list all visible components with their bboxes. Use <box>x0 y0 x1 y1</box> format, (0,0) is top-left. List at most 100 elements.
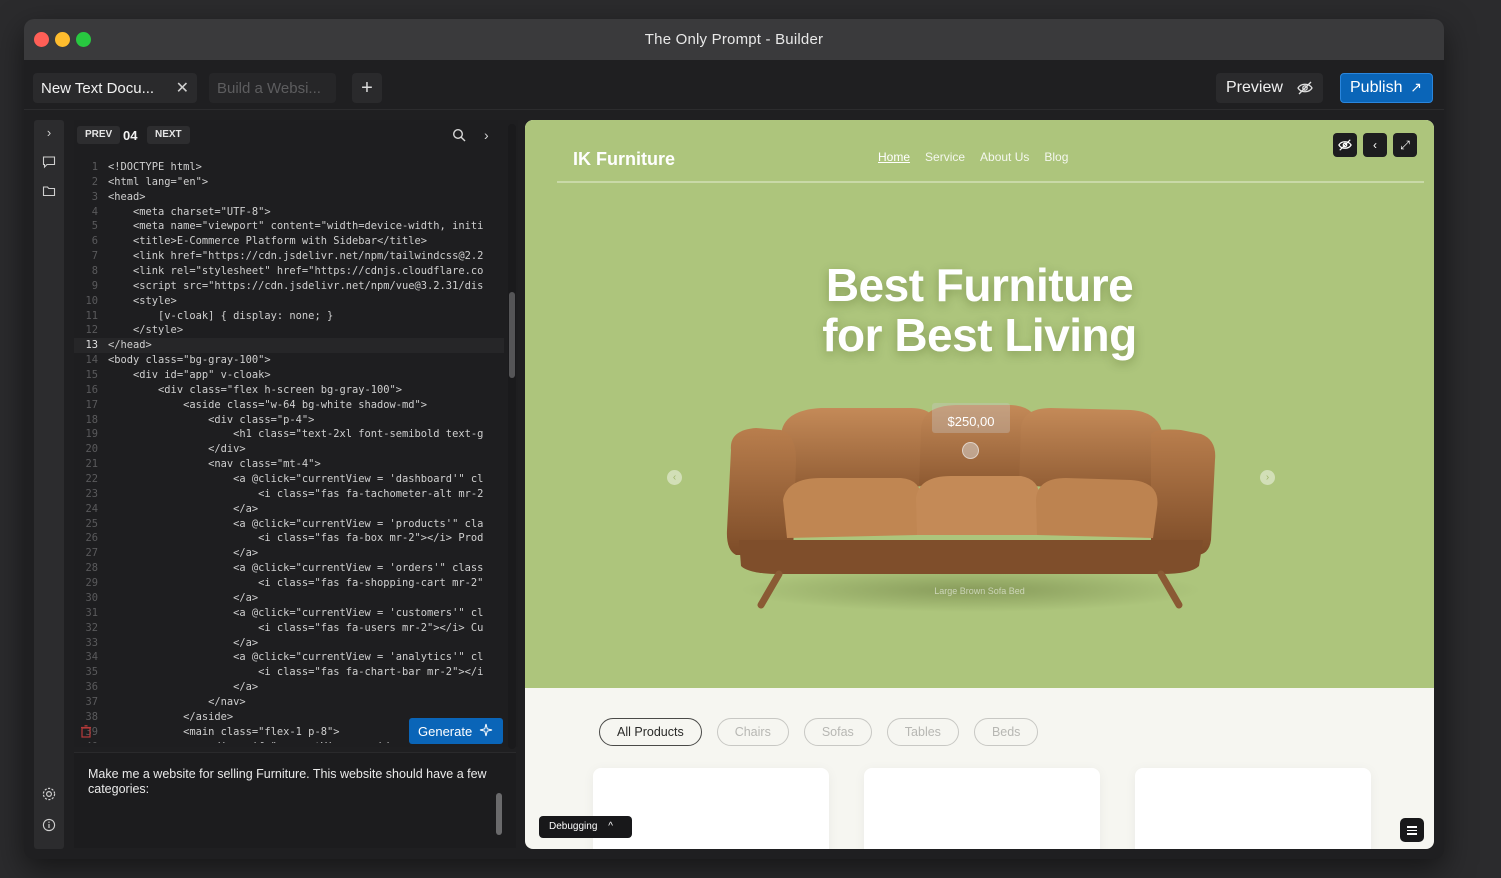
line-number: 23 <box>85 487 98 500</box>
publish-button[interactable]: Publish ↗ <box>1340 73 1433 103</box>
menu-icon[interactable] <box>1400 818 1424 842</box>
code-text: </div> <box>108 443 246 456</box>
editor-scrollbar[interactable] <box>509 292 515 378</box>
code-line[interactable]: 32 <i class="fas fa-users mr-2"></i> Cu <box>74 621 504 636</box>
code-line[interactable]: 19 <h1 class="text-2xl font-semibold tex… <box>74 427 504 442</box>
prev-button[interactable]: PREV <box>77 126 121 144</box>
code-line[interactable]: 24 </a> <box>74 502 504 517</box>
settings-gear-icon[interactable] <box>41 786 57 802</box>
code-line[interactable]: 31 <a @click="currentView = 'customers'"… <box>74 606 504 621</box>
site-nav: Home Service About Us Blog <box>878 150 1068 164</box>
filter-sofas[interactable]: Sofas <box>803 718 872 746</box>
close-icon[interactable]: ✕ <box>176 78 189 98</box>
code-line[interactable]: 30 </a> <box>74 591 504 606</box>
code-line[interactable]: 26 <i class="fas fa-box mr-2"></i> Prod <box>74 531 504 546</box>
back-chevron-icon[interactable]: ‹ <box>1363 133 1387 157</box>
folder-icon[interactable] <box>41 184 57 200</box>
code-line[interactable]: 14 <body class="bg-gray-100"> <box>74 353 504 368</box>
code-line[interactable]: 10 <style> <box>74 294 504 309</box>
code-line[interactable]: 20 </div> <box>74 442 504 457</box>
filter-beds[interactable]: Beds <box>973 718 1039 746</box>
line-number: 11 <box>85 309 98 322</box>
chevron-right-icon[interactable]: › <box>484 127 489 143</box>
code-line[interactable]: 1 <!DOCTYPE html> <box>74 160 504 175</box>
nav-service[interactable]: Service <box>925 150 965 164</box>
new-tab-button[interactable]: + <box>352 73 382 103</box>
line-number: 40 <box>74 740 98 743</box>
product-card[interactable] <box>864 768 1100 849</box>
code-line[interactable]: 2 <html lang="en"> <box>74 175 504 190</box>
code-line[interactable]: 11 [v-cloak] { display: none; } <box>74 309 504 324</box>
carousel-next-icon[interactable]: › <box>1260 470 1275 485</box>
preview-button[interactable]: Preview <box>1216 73 1323 103</box>
code-line[interactable]: 25 <a @click="currentView = 'products'" … <box>74 517 504 532</box>
code-text: <link rel="stylesheet" href="https://cdn… <box>108 265 484 278</box>
code-line[interactable]: 36 </a> <box>74 680 504 695</box>
code-line[interactable]: 8 <link rel="stylesheet" href="https://c… <box>74 264 504 279</box>
nav-home[interactable]: Home <box>878 150 910 164</box>
code-line[interactable]: 12 </style> <box>74 323 504 338</box>
code-line[interactable]: 3 <head> <box>74 190 504 205</box>
code-line[interactable]: 13 </head> <box>74 338 504 354</box>
tab-build-website[interactable]: Build a Websi... <box>209 73 336 103</box>
next-button[interactable]: NEXT <box>147 126 190 144</box>
code-line[interactable]: 23 <i class="fas fa-tachometer-alt mr-2 <box>74 487 504 502</box>
nav-about-us[interactable]: About Us <box>980 150 1029 164</box>
code-line[interactable]: 7 <link href="https://cdn.jsdelivr.net/n… <box>74 249 504 264</box>
prompt-scrollbar[interactable] <box>496 793 502 835</box>
tab-new-text-document[interactable]: New Text Docu... ✕ <box>33 73 197 103</box>
code-line[interactable]: 17 <aside class="w-64 bg-white shadow-md… <box>74 398 504 413</box>
prompt-input[interactable]: Make me a website for selling Furniture.… <box>74 752 516 848</box>
title-bar: The Only Prompt - Builder <box>24 19 1444 60</box>
sparkle-icon <box>479 723 493 737</box>
code-line[interactable]: 37 </nav> <box>74 695 504 710</box>
debugging-label: Debugging <box>549 821 598 832</box>
code-line[interactable]: 15 <div id="app" v-cloak> <box>74 368 504 383</box>
line-number: 9 <box>91 279 98 292</box>
filter-tables[interactable]: Tables <box>886 718 959 746</box>
code-text: <div id="app" v-cloak> <box>108 369 271 382</box>
expand-icon[interactable]: ⤢ <box>1393 133 1417 157</box>
filter-all-products[interactable]: All Products <box>599 718 702 746</box>
code-line[interactable]: 27 </a> <box>74 546 504 561</box>
line-number: 38 <box>85 710 98 723</box>
code-line[interactable]: 29 <i class="fas fa-shopping-cart mr-2" <box>74 576 504 591</box>
code-line[interactable]: 21 <nav class="mt-4"> <box>74 457 504 472</box>
code-line[interactable]: 6 <title>E-Commerce Platform with Sideba… <box>74 234 504 249</box>
code-line[interactable]: 18 <div class="p-4"> <box>74 413 504 428</box>
code-line[interactable]: 22 <a @click="currentView = 'dashboard'"… <box>74 472 504 487</box>
code-line[interactable]: 35 <i class="fas fa-chart-bar mr-2"></i <box>74 665 504 680</box>
code-line[interactable]: 9 <script src="https://cdn.jsdelivr.net/… <box>74 279 504 294</box>
debugging-toggle[interactable]: Debugging ^ <box>539 816 632 838</box>
code-text: <script src="https://cdn.jsdelivr.net/np… <box>108 279 484 292</box>
search-icon[interactable] <box>452 128 466 142</box>
prompt-text[interactable]: Make me a website for selling Furniture.… <box>88 767 488 797</box>
code-line[interactable]: 5 <meta name="viewport" content="width=d… <box>74 219 504 234</box>
info-icon[interactable] <box>41 818 57 834</box>
code-text: </nav> <box>108 695 246 708</box>
code-text: <nav class="mt-4"> <box>108 458 321 471</box>
generate-button[interactable]: Generate <box>409 718 503 744</box>
code-line[interactable]: 34 <a @click="currentView = 'analytics'"… <box>74 650 504 665</box>
code-area[interactable]: 1 <!DOCTYPE html> 2 <html lang="en"> 3 <head>… <box>74 160 504 743</box>
code-text: <meta charset="UTF-8"> <box>108 205 271 218</box>
price-hotspot[interactable] <box>962 442 979 459</box>
nav-blog[interactable]: Blog <box>1044 150 1068 164</box>
code-line[interactable]: 4 <meta charset="UTF-8"> <box>74 205 504 220</box>
filter-chairs[interactable]: Chairs <box>716 718 789 746</box>
product-card[interactable] <box>1135 768 1371 849</box>
expand-chevron-icon[interactable]: › <box>41 125 57 141</box>
headline-line-1: Best Furniture <box>825 259 1134 311</box>
tab-bar: New Text Docu... ✕ Build a Websi... + Pr… <box>24 60 1444 110</box>
code-line[interactable]: 33 </a> <box>74 636 504 651</box>
code-text: <aside class="w-64 bg-white shadow-md"> <box>108 398 428 411</box>
line-number: 28 <box>85 562 98 575</box>
carousel-prev-icon[interactable]: ‹ <box>667 470 682 485</box>
chat-icon[interactable] <box>41 155 57 171</box>
trash-icon[interactable] <box>80 725 92 738</box>
code-line[interactable]: 16 <div class="flex h-screen bg-gray-100… <box>74 383 504 398</box>
code-line[interactable]: 28 <a @click="currentView = 'orders'" cl… <box>74 561 504 576</box>
preview-label: Preview <box>1226 79 1283 96</box>
hide-preview-icon[interactable] <box>1333 133 1357 157</box>
site-brand[interactable]: IK Furniture <box>573 149 675 170</box>
